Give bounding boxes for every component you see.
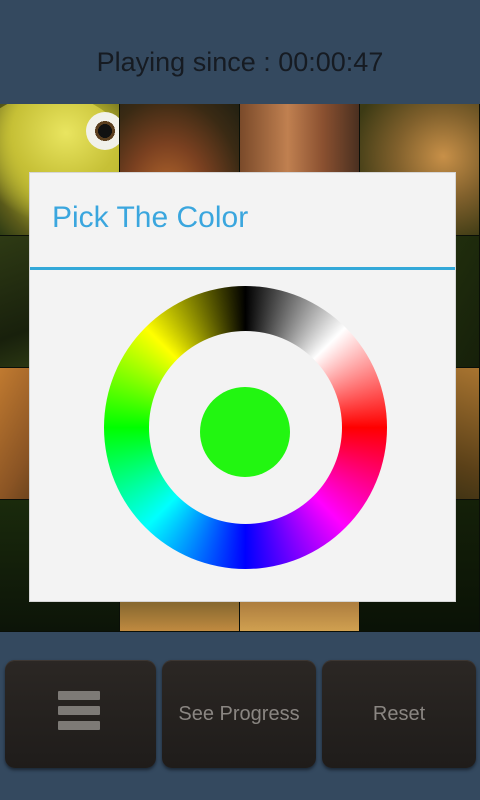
dialog-divider xyxy=(30,267,455,270)
reset-button[interactable]: Reset xyxy=(322,660,476,768)
selected-color-swatch[interactable] xyxy=(200,387,290,477)
dialog-title: Pick The Color xyxy=(52,201,249,234)
menu-button[interactable] xyxy=(5,660,156,768)
elapsed-time-label: Playing since : 00:00:47 xyxy=(96,47,384,77)
bird-eye-image xyxy=(86,112,119,150)
see-progress-button[interactable]: See Progress xyxy=(162,660,316,768)
color-picker-dialog: Pick The Color xyxy=(30,173,455,601)
bottom-bar: See Progress Reset xyxy=(0,640,480,800)
menu-icon xyxy=(58,691,100,733)
